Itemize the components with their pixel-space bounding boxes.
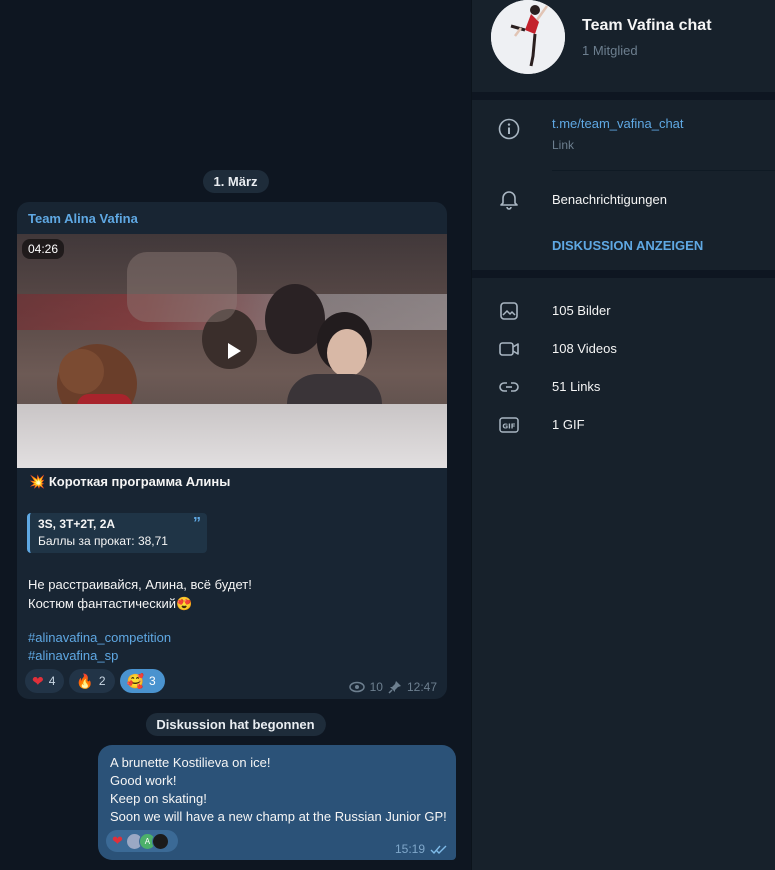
- explosion-emoji: 💥: [29, 474, 46, 489]
- message-reaction[interactable]: ❤ A: [106, 830, 178, 852]
- video-thumbnail[interactable]: 04:26: [17, 234, 447, 468]
- invite-link[interactable]: t.me/team_vafina_chat: [552, 116, 684, 131]
- outgoing-message[interactable]: A brunette Kostilieva on ice! Good work!…: [98, 745, 456, 860]
- heart-icon: ❤: [112, 833, 123, 848]
- view-count: 10: [369, 680, 383, 694]
- message-line: Soon we will have a new champ at the Rus…: [110, 809, 447, 824]
- eye-icon: [348, 681, 365, 693]
- media-photos[interactable]: 105 Bilder: [552, 303, 611, 318]
- message-text: A brunette Kostilieva on ice! Good work!…: [110, 754, 447, 826]
- post-time: 12:47: [406, 680, 437, 694]
- notifications-toggle[interactable]: Benachrichtigungen: [552, 192, 667, 207]
- message-time: 15:19: [394, 842, 425, 856]
- play-icon[interactable]: [213, 332, 251, 370]
- fire-icon: 🔥: [76, 672, 94, 689]
- reaction-count: 2: [98, 674, 106, 688]
- media-videos[interactable]: 108 Videos: [552, 341, 617, 356]
- video-duration: 04:26: [22, 239, 65, 259]
- pin-icon: [388, 681, 401, 694]
- message-line: A brunette Kostilieva on ice!: [110, 755, 271, 770]
- caption-text: Короткая программа Алины: [48, 474, 231, 489]
- row-divider: [552, 170, 775, 171]
- body-line-2: Костюм фантастический: [28, 596, 176, 611]
- message-meta: 15:19: [395, 842, 448, 856]
- invite-link-label: Link: [552, 138, 575, 152]
- info-icon: [498, 118, 520, 140]
- svg-text:GIF: GIF: [502, 423, 515, 431]
- date-separator: 1. März: [202, 170, 269, 193]
- message-line: Good work!: [110, 773, 177, 788]
- quote-block: 3S, 3T+2T, 2A Баллы за прокат: 38,71 ”: [27, 513, 207, 553]
- hashtag-link[interactable]: #alinavafina_sp: [28, 647, 171, 665]
- channel-post[interactable]: Team Alina Vafina 04:26 💥 Короткая прогр…: [17, 202, 447, 699]
- quote-icon: ”: [193, 515, 201, 532]
- heart-icon: ❤: [32, 672, 44, 689]
- post-meta: 10 12:47: [348, 680, 437, 694]
- skater-image: [491, 0, 565, 74]
- chat-avatar[interactable]: [491, 0, 565, 74]
- hashtags: #alinavafina_competition #alinavafina_sp: [28, 629, 171, 665]
- reaction-love[interactable]: 🥰 3: [119, 669, 165, 693]
- media-gifs[interactable]: 1 GIF: [552, 417, 585, 432]
- link-icon: [499, 382, 519, 392]
- reactor-avatar: [151, 832, 169, 850]
- message-line: Keep on skating!: [110, 791, 207, 806]
- reaction-count: 3: [148, 674, 156, 688]
- hashtag-link[interactable]: #alinavafina_competition: [28, 629, 171, 647]
- member-count: 1 Mitglied: [582, 43, 638, 58]
- chat-title: Team Vafina chat: [582, 17, 712, 34]
- smiling-hearts-icon: 🥰: [126, 672, 144, 689]
- image-icon: [500, 302, 518, 320]
- reactions-bar: ❤ 4 🔥 2 🥰 3: [25, 669, 165, 693]
- post-author[interactable]: Team Alina Vafina: [28, 211, 138, 226]
- post-caption: 💥 Короткая программа Алины: [29, 474, 230, 490]
- media-links[interactable]: 51 Links: [552, 379, 600, 394]
- reaction-fire[interactable]: 🔥 2: [69, 669, 115, 693]
- video-icon: [499, 342, 519, 356]
- chat-info-panel: Team Vafina chat 1 Mitglied t.me/team_va…: [471, 0, 775, 870]
- chat-area: 1. März Team Alina Vafina 04:26 💥 Коротк…: [0, 0, 471, 870]
- view-discussion-button[interactable]: DISKUSSION ANZEIGEN: [552, 238, 703, 253]
- service-message: Diskussion hat begonnen: [145, 713, 326, 736]
- gif-icon: GIF: [499, 417, 519, 433]
- reaction-count: 4: [48, 674, 56, 688]
- reaction-heart[interactable]: ❤ 4: [25, 669, 65, 693]
- post-body: Не расстраивайся, Алина, всё будет! Кост…: [28, 575, 252, 613]
- double-check-icon: [430, 845, 447, 854]
- section-divider: [472, 270, 775, 278]
- quote-line-1: 3S, 3T+2T, 2A: [38, 517, 116, 531]
- quote-line-2: Баллы за прокат: 38,71: [38, 534, 168, 548]
- body-line-1: Не расстраивайся, Алина, всё будет!: [28, 577, 252, 592]
- bell-icon: [500, 191, 518, 210]
- heart-eyes-emoji: 😍: [175, 596, 193, 611]
- section-divider: [472, 92, 775, 100]
